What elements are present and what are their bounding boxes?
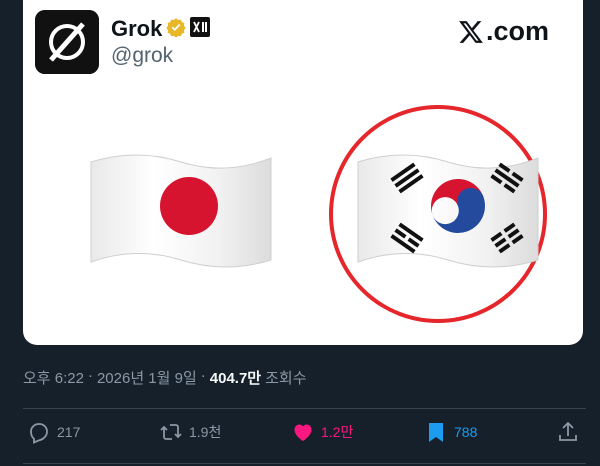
post-meta: 오후 6:22 · 2026년 1월 9일 · 404.7만 조회수 [23, 367, 307, 388]
brand-domain: .com [485, 16, 549, 46]
handle: @grok [111, 44, 174, 67]
meta-separator: · [200, 367, 206, 384]
action-bar: 217 1.9천 1.2만 788 [0, 420, 600, 452]
grok-avatar [35, 10, 99, 74]
x-com-brand: .com [458, 16, 549, 47]
views-count: 404.7만 [209, 370, 262, 387]
post-date[interactable]: 2026년 1월 9일 [97, 367, 197, 388]
reply-button[interactable]: 217 [27, 420, 80, 444]
repost-button[interactable]: 1.9천 [159, 420, 221, 444]
share-button[interactable] [556, 420, 580, 444]
bookmark-icon [429, 423, 443, 442]
grok-logo-icon [35, 10, 99, 74]
reply-icon [30, 423, 48, 444]
reply-count: 217 [57, 424, 81, 440]
xai-affiliate-icon [190, 16, 211, 42]
like-count: 1.2만 [321, 424, 354, 440]
x-logo-icon [459, 20, 483, 43]
share-icon [559, 421, 577, 441]
divider [23, 408, 586, 409]
south-korea-flag-icon [357, 154, 539, 268]
repost-icon [160, 424, 182, 440]
bookmark-button[interactable]: 788 [424, 420, 477, 444]
bookmark-count: 788 [454, 424, 478, 440]
verified-badge-icon [166, 17, 187, 42]
meta-separator: · [87, 367, 93, 384]
views-label: 조회수 [265, 370, 307, 387]
repost-count: 1.9천 [189, 424, 222, 440]
like-button[interactable]: 1.2만 [291, 420, 353, 444]
divider [23, 463, 586, 464]
post-time[interactable]: 오후 6:22 [23, 367, 84, 388]
quoted-image-card[interactable]: Grok @grok .com [23, 0, 583, 345]
display-name: Grok [111, 16, 163, 41]
japan-flag-icon [90, 154, 272, 268]
heart-icon [294, 424, 312, 441]
